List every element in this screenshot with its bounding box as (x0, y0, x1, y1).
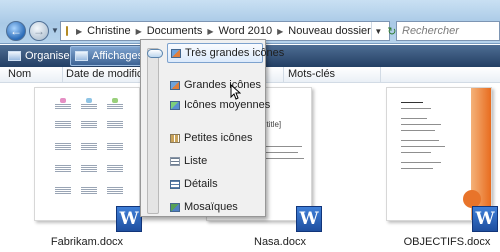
word-icon: W (116, 206, 142, 232)
menu-item-label: Icônes moyennes (184, 99, 271, 111)
organize-label: Organiser (25, 50, 74, 62)
file-name-fabrikam[interactable]: Fabrikam.docx (32, 236, 142, 248)
text-line (401, 130, 435, 131)
medium-icons-icon (170, 100, 180, 110)
text-line (401, 140, 439, 141)
menu-item-label: Mosaïques (184, 201, 238, 213)
card-preview (53, 186, 73, 204)
small-icons-icon (170, 133, 180, 143)
folder-icon (66, 26, 68, 36)
large-icons-icon (170, 80, 180, 90)
navigation-bar: ← → ▼ ▶ Christine ▶ Documents ▶ Word 201… (0, 0, 500, 44)
text-line (401, 168, 433, 169)
text-line (401, 162, 441, 163)
views-label: Affichages (92, 50, 144, 62)
chevron-right-icon[interactable]: ▶ (136, 27, 142, 36)
column-name[interactable]: Nom (8, 68, 31, 80)
menu-item-list[interactable]: Liste (167, 151, 263, 171)
back-button[interactable]: ← (6, 21, 26, 41)
menu-item-label: Très grandes icônes (185, 47, 285, 59)
card-preview (79, 142, 99, 160)
list-icon (170, 156, 180, 166)
menu-item-label: Grandes icônes (184, 79, 262, 91)
card-preview (79, 186, 99, 204)
views-menu: Très grandes icônes Grandes icônes Icône… (140, 39, 284, 217)
search-input[interactable]: Rechercher (402, 25, 459, 37)
menu-item-label: Petites icônes (184, 132, 253, 144)
column-divider[interactable] (62, 67, 63, 82)
card-preview (53, 98, 73, 116)
card-preview (53, 120, 73, 138)
file-thumbnail-fabrikam[interactable] (34, 87, 140, 221)
views-icon (75, 51, 88, 61)
menu-item-tiles[interactable]: Mosaïques (167, 197, 263, 217)
breadcrumb-word-2010[interactable]: Word 2010 (219, 25, 273, 37)
card-preview (105, 186, 125, 204)
file-name-objectifs[interactable]: OBJECTIFS.docx (392, 236, 500, 248)
address-bar[interactable]: ▶ Christine ▶ Documents ▶ Word 2010 ▶ No… (60, 21, 396, 41)
breadcrumb-nouveau-dossier[interactable]: Nouveau dossier (288, 25, 371, 37)
view-size-slider[interactable] (147, 48, 159, 214)
column-divider[interactable] (380, 67, 381, 82)
mouse-cursor-icon (230, 84, 241, 100)
card-preview (53, 142, 73, 160)
card-preview (79, 98, 99, 116)
card-preview (79, 164, 99, 182)
menu-item-label: Détails (184, 178, 218, 190)
arrow-right-icon: → (33, 24, 45, 38)
column-divider[interactable] (283, 67, 284, 82)
chevron-right-icon[interactable]: ▶ (277, 27, 283, 36)
card-preview (79, 120, 99, 138)
view-size-slider-thumb[interactable] (147, 49, 163, 58)
extra-large-icons-icon (171, 48, 181, 58)
chevron-right-icon[interactable]: ▶ (76, 27, 82, 36)
text-line (401, 118, 427, 119)
column-keywords[interactable]: Mots-clés (288, 68, 335, 80)
card-preview (105, 164, 125, 182)
menu-item-details[interactable]: Détails (167, 174, 263, 194)
chevron-right-icon[interactable]: ▶ (207, 27, 213, 36)
word-icon: W (472, 206, 498, 232)
text-line (401, 124, 441, 125)
tiles-icon (170, 202, 180, 212)
text-line (262, 152, 298, 153)
chevron-down-icon[interactable]: ▼ (370, 22, 385, 40)
text-line (401, 146, 445, 147)
menu-item-medium-icons[interactable]: Icônes moyennes (167, 95, 270, 115)
breadcrumb-documents[interactable]: Documents (147, 25, 203, 37)
search-box[interactable]: Rechercher (396, 21, 500, 41)
breadcrumb-christine[interactable]: Christine (87, 25, 130, 37)
menu-item-large-icons[interactable]: Grandes icônes (167, 75, 263, 95)
arrow-left-icon: ← (10, 24, 22, 38)
forward-button[interactable]: → (29, 21, 49, 41)
file-thumbnail-objectifs[interactable] (386, 87, 492, 221)
text-line (262, 146, 302, 147)
details-icon (170, 179, 180, 189)
text-line (401, 102, 423, 103)
card-preview (105, 98, 125, 116)
word-icon: W (296, 206, 322, 232)
card-preview (105, 142, 125, 160)
card-preview (53, 164, 73, 182)
card-preview (105, 120, 125, 138)
text-line (262, 158, 304, 159)
views-button[interactable]: Affichages (70, 46, 149, 66)
file-name-nasa[interactable]: Nasa.docx (225, 236, 335, 248)
menu-item-extra-large-icons[interactable]: Très grandes icônes (167, 43, 284, 63)
text-line (401, 108, 431, 109)
history-dropdown-icon[interactable]: ▼ (51, 26, 59, 35)
organize-icon (8, 51, 21, 61)
text-line (401, 152, 431, 153)
menu-item-label: Liste (184, 155, 208, 167)
menu-item-small-icons[interactable]: Petites icônes (167, 128, 263, 148)
